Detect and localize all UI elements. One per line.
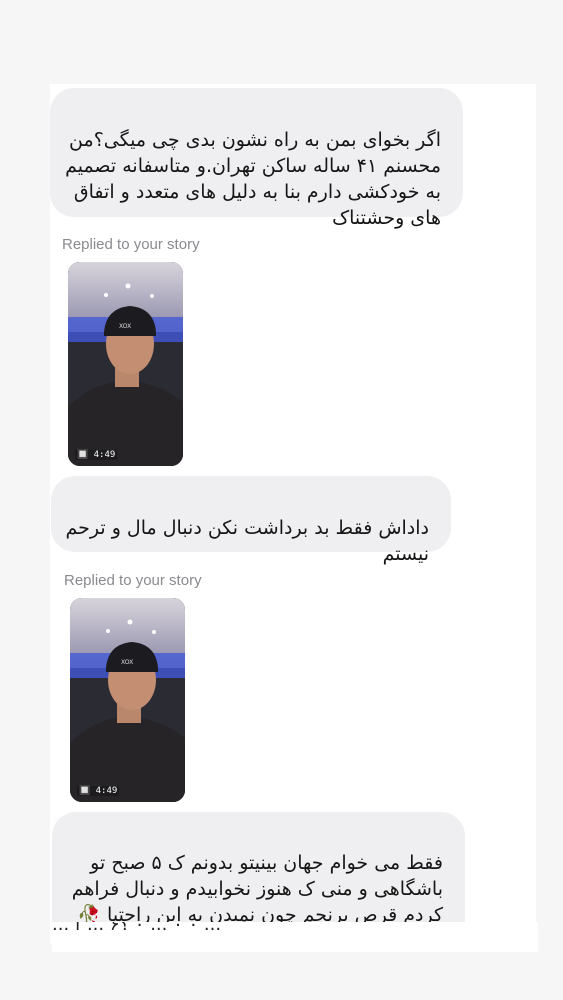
- story-thumbnail[interactable]: XOX 🔲 4:49: [70, 598, 185, 802]
- svg-text:XOX: XOX: [119, 323, 131, 330]
- message-bubble[interactable]: داداش فقط بد برداشت نکن دنبال مال و ترحم…: [51, 476, 451, 565]
- message-bubble[interactable]: فقط می خوام جهان بینیتو بدونم ک ۵ صبح تو…: [52, 812, 465, 951]
- message-text: فقط می خوام جهان بینیتو بدونم ک ۵ صبح تو…: [71, 852, 443, 926]
- story-thumbnail[interactable]: XOX 🔲 4:49: [68, 262, 183, 466]
- replied-label: Replied to your story: [64, 572, 202, 589]
- story-image: XOX: [68, 262, 183, 466]
- thumbnail-timestamp: 🔲 4:49: [77, 786, 120, 796]
- story-image: XOX: [70, 598, 185, 802]
- svg-text:XOX: XOX: [121, 659, 133, 666]
- message-text: اگر بخوای بمن به راه نشون بدی چی میگی؟من…: [65, 129, 441, 229]
- cropped-message-text: ... ۰ ۰ ... ۰ ؟۶ ... f ...: [52, 922, 538, 952]
- thumbnail-timestamp: 🔲 4:49: [75, 450, 118, 460]
- message-bubble[interactable]: اگر بخوای بمن به راه نشون بدی چی میگی؟من…: [50, 88, 463, 229]
- replied-label: Replied to your story: [62, 236, 200, 253]
